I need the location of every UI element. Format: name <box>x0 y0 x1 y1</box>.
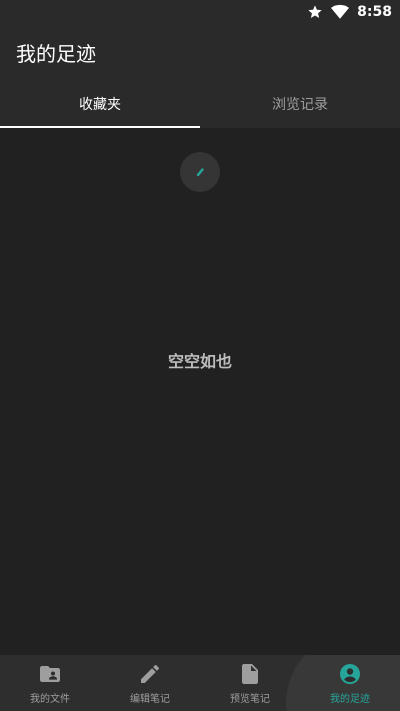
nav-label: 编辑笔记 <box>130 693 170 705</box>
wifi-icon <box>331 4 350 20</box>
app-bar: 我的足迹 <box>0 24 400 80</box>
star-icon <box>307 4 323 20</box>
empty-state-text: 空空如也 <box>167 352 232 371</box>
nav-label: 我的足迹 <box>330 693 370 705</box>
loading-spinner <box>180 152 220 192</box>
status-bar: 8:58 <box>0 0 400 24</box>
spinner-icon <box>196 168 204 177</box>
tab-favorites[interactable]: 收藏夹 <box>0 80 200 128</box>
status-time: 8:58 <box>357 4 392 20</box>
page-title: 我的足迹 <box>16 41 96 66</box>
content-area[interactable]: 空空如也 <box>0 128 400 655</box>
nav-item-edit-note[interactable]: 编辑笔记 <box>100 655 200 711</box>
tab-history[interactable]: 浏览记录 <box>200 80 400 128</box>
pencil-icon <box>138 662 162 686</box>
tab-label: 浏览记录 <box>272 97 328 113</box>
nav-label: 我的文件 <box>30 693 70 705</box>
account-circle-icon <box>338 662 362 686</box>
app-screen: 8:58 我的足迹 收藏夹 浏览记录 空空如也 我的文件 编辑笔记 预览笔记 我… <box>0 0 400 711</box>
nav-label: 预览笔记 <box>230 693 270 705</box>
bottom-navigation: 我的文件 编辑笔记 预览笔记 我的足迹 <box>0 655 400 711</box>
document-icon <box>238 662 262 686</box>
tab-label: 收藏夹 <box>79 97 121 113</box>
nav-item-my-files[interactable]: 我的文件 <box>0 655 100 711</box>
nav-item-my-footprint[interactable]: 我的足迹 <box>286 655 400 711</box>
folder-user-icon <box>38 662 62 686</box>
nav-item-preview-note[interactable]: 预览笔记 <box>200 655 300 711</box>
tab-bar: 收藏夹 浏览记录 <box>0 80 400 128</box>
